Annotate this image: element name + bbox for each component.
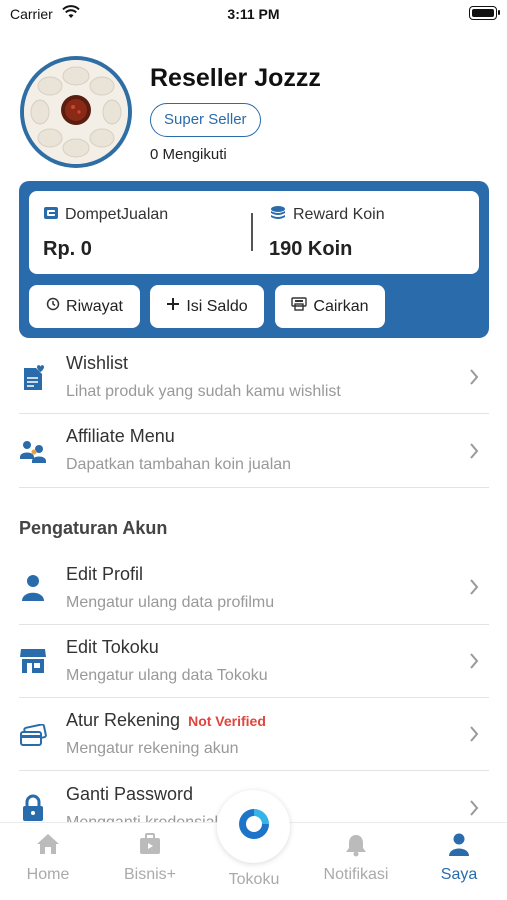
following-count[interactable]: 0 Mengikuti: [150, 146, 227, 163]
briefcase-icon: [105, 833, 195, 855]
lock-icon: [19, 794, 47, 822]
withdraw-label: Cairkan: [313, 297, 369, 315]
topup-button[interactable]: Isi Saldo: [150, 285, 264, 328]
menu-subtitle: Mengatur rekening akun: [66, 740, 239, 757]
nav-label: Notifikasi: [323, 866, 389, 883]
battery-icon: [469, 6, 500, 20]
history-icon: [46, 297, 60, 316]
wallet-icon: [43, 205, 65, 226]
menu-title: Atur Rekening: [66, 710, 181, 730]
topup-label: Isi Saldo: [186, 297, 248, 315]
avatar[interactable]: [20, 56, 132, 168]
history-button[interactable]: Riwayat: [29, 285, 140, 328]
tokoku-logo-icon: [236, 806, 272, 847]
chevron-right-icon: [469, 725, 479, 748]
reward-label: Reward Koin: [293, 206, 385, 223]
section-heading-account: Pengaturan Akun: [19, 518, 168, 538]
divider: [19, 487, 489, 488]
menu-subtitle: Mengatur ulang data Tokoku: [66, 667, 268, 684]
menu-title: Affiliate Menu: [66, 426, 175, 446]
reward-balance[interactable]: Reward Koin 190 Koin: [269, 205, 385, 261]
menu-subtitle: Dapatkan tambahan koin jualan: [66, 456, 292, 473]
menu-item-edit-tokoku[interactable]: Edit Tokoku Mengatur ulang data Tokoku: [19, 635, 489, 699]
history-label: Riwayat: [66, 297, 123, 315]
dompet-label: DompetJualan: [65, 206, 169, 223]
user-icon: [414, 833, 504, 857]
menu-title-row: Atur Rekening Not Verified: [66, 710, 266, 731]
reward-value: 190 Koin: [269, 238, 353, 260]
home-icon: [3, 833, 93, 855]
withdraw-button[interactable]: Cairkan: [275, 285, 385, 328]
wallet-balances: DompetJualan Rp. 0 Reward Koin 190 Koin: [29, 191, 479, 274]
dompet-value: Rp. 0: [43, 238, 92, 260]
chevron-right-icon: [469, 652, 479, 675]
avatar-image: [24, 60, 128, 164]
bell-icon: [311, 833, 401, 857]
nav-label: Tokoku: [228, 871, 280, 888]
menu-subtitle: Mengatur ulang data profilmu: [66, 594, 275, 611]
nav-notifikasi[interactable]: Notifikasi: [311, 823, 401, 900]
plus-icon: [166, 297, 180, 316]
user-icon: [19, 574, 47, 602]
chevron-right-icon: [469, 799, 479, 822]
chevron-right-icon: [469, 578, 479, 601]
credit-card-icon: [19, 722, 47, 750]
tokoku-fab-button[interactable]: [217, 790, 290, 863]
menu-item-wishlist[interactable]: Wishlist Lihat produk yang sudah kamu wi…: [19, 351, 489, 415]
menu-title: Ganti Password: [66, 784, 194, 804]
nav-label: Saya: [440, 866, 478, 883]
menu-title: Edit Profil: [66, 564, 144, 584]
menu-item-edit-profile[interactable]: Edit Profil Mengatur ulang data profilmu: [19, 562, 489, 626]
seller-badge: Super Seller: [150, 103, 261, 137]
nav-label: Home: [26, 866, 70, 883]
divider: [19, 770, 489, 771]
wallet-divider: [251, 213, 253, 251]
divider: [19, 624, 489, 625]
menu-item-affiliate[interactable]: Affiliate Menu Dapatkan tambahan koin ju…: [19, 424, 489, 488]
nav-label: Bisnis+: [123, 866, 177, 883]
verification-status-badge: Not Verified: [188, 713, 266, 729]
chevron-right-icon: [469, 442, 479, 465]
chevron-right-icon: [469, 368, 479, 391]
wallet-card: DompetJualan Rp. 0 Reward Koin 190 Koin …: [19, 181, 489, 338]
nav-home[interactable]: Home: [3, 823, 93, 900]
nav-bisnis[interactable]: Bisnis+: [105, 823, 195, 900]
divider: [19, 697, 489, 698]
atm-icon: [291, 297, 308, 316]
status-bar: Carrier 3:11 PM: [0, 0, 507, 30]
dompet-balance[interactable]: DompetJualan Rp. 0: [43, 205, 168, 261]
affiliate-icon: [19, 438, 47, 466]
profile-name: Reseller Jozzz: [150, 64, 321, 92]
divider: [19, 413, 489, 414]
coins-icon: [269, 205, 293, 226]
menu-title: Edit Tokoku: [66, 637, 159, 657]
clock: 3:11 PM: [227, 6, 280, 22]
menu-subtitle: Lihat produk yang sudah kamu wishlist: [66, 383, 341, 400]
wishlist-icon: [19, 364, 47, 392]
nav-saya[interactable]: Saya: [414, 823, 504, 900]
store-icon: [19, 647, 47, 675]
menu-item-bank-account[interactable]: Atur Rekening Not Verified Mengatur reken…: [19, 708, 489, 772]
menu-title: Wishlist: [66, 353, 128, 373]
